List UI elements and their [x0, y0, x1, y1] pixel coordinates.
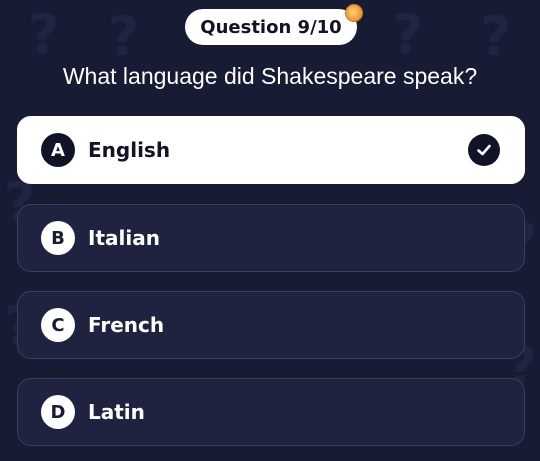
option-letter: D — [41, 395, 75, 429]
option-letter: C — [41, 308, 75, 342]
coin-icon — [345, 4, 363, 22]
answer-option-c[interactable]: C French — [17, 291, 525, 359]
question-counter: Question 9/10 — [185, 9, 357, 45]
option-label: Latin — [88, 400, 145, 424]
answer-option-a[interactable]: A English — [17, 116, 525, 184]
option-label: English — [88, 138, 171, 162]
background-question-mark: ? — [108, 5, 140, 68]
background-question-mark: ? — [480, 5, 512, 68]
option-letter: A — [41, 133, 75, 167]
checkmark-icon — [468, 134, 500, 166]
answer-option-d[interactable]: D Latin — [17, 378, 525, 446]
option-label: Italian — [88, 226, 160, 250]
option-letter: B — [41, 221, 75, 255]
option-label: French — [88, 313, 165, 337]
question-text: What language did Shakespeare speak? — [62, 63, 478, 89]
answer-option-b[interactable]: B Italian — [17, 204, 525, 272]
background-question-mark: ? — [28, 3, 60, 66]
question-counter-badge: Question 9/10 — [185, 4, 363, 45]
background-question-mark: ? — [392, 3, 424, 66]
